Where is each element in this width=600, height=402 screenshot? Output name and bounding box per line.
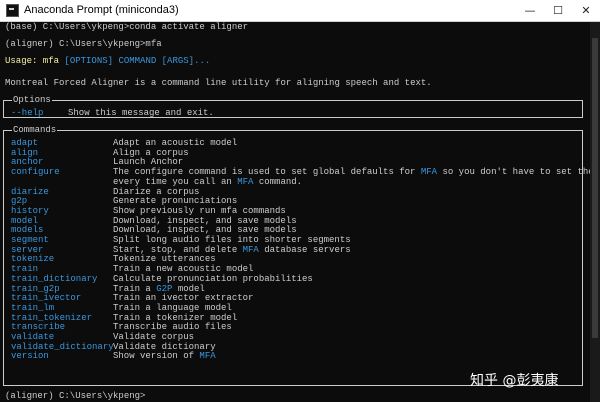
- command-description: Transcribe audio files: [113, 322, 232, 333]
- command-description: The configure command is used to set glo…: [113, 167, 599, 177]
- command-description: every time you call an MFA command.: [113, 177, 302, 187]
- command-description: Train a G2P model: [113, 284, 205, 294]
- command-description: Split long audio files into shorter segm…: [113, 235, 351, 245]
- command-name: model: [11, 215, 39, 226]
- command-description: Validate dictionary: [113, 341, 216, 352]
- usage-command: COMMAND: [118, 56, 157, 66]
- command-description: Train an ivector extractor: [113, 293, 254, 304]
- command-description-highlight: G2P: [156, 283, 173, 294]
- command-description: Show version of MFA: [113, 351, 216, 361]
- command-description: Show previously run mfa commands: [113, 205, 286, 216]
- usage-args: [ARGS]...: [161, 56, 211, 66]
- option-help-flag: --help: [11, 108, 44, 118]
- command-name: validate: [11, 332, 55, 342]
- command-name: train_tokenizer: [11, 312, 93, 323]
- command-description: Launch Anchor: [113, 157, 184, 168]
- terminal-output[interactable]: (base) C:\Users\ykpeng>conda activate al…: [0, 22, 599, 402]
- command-name: train: [11, 264, 39, 275]
- command-description: Train a language model: [113, 302, 232, 313]
- usage-prefix: Usage: mfa: [5, 56, 65, 66]
- minimize-button[interactable]: —: [516, 0, 544, 22]
- command-name: configure: [11, 167, 60, 178]
- command-description-part: model: [172, 283, 205, 294]
- terminal-line: (base) C:\Users\ykpeng>conda activate al…: [5, 22, 249, 32]
- usage-line: Usage: mfa [OPTIONS] COMMAND [ARGS]...: [5, 56, 210, 66]
- command-description-part: Show version of: [113, 351, 200, 362]
- command-description: Calculate pronunciation probabilities: [113, 273, 313, 284]
- usage-options: [OPTIONS]: [64, 56, 114, 66]
- command-name: history: [11, 205, 49, 216]
- command-name: g2p: [11, 196, 28, 207]
- command-name: segment: [11, 235, 49, 245]
- command-name: train_dictionary: [11, 273, 98, 284]
- command-description: Download, inspect, and save models: [113, 225, 297, 236]
- command-description-highlight: MFA: [242, 244, 259, 255]
- watermark-text: 知乎 @彭夷康: [470, 373, 559, 389]
- command-name: version: [11, 351, 49, 362]
- maximize-button[interactable]: ☐: [544, 0, 572, 22]
- command-description: Validate corpus: [113, 332, 195, 342]
- command-name: adapt: [11, 138, 39, 148]
- command-description: Align a corpus: [113, 147, 189, 158]
- command-name: server: [11, 244, 44, 255]
- window-titlebar: Anaconda Prompt (miniconda3) — ☐ ✕: [0, 0, 600, 22]
- options-title: Options: [12, 95, 52, 105]
- command-description: Download, inspect, and save models: [113, 215, 297, 226]
- command-description-highlight: MFA: [199, 351, 216, 362]
- command-description-part: Train a: [113, 283, 157, 294]
- command-name: diarize: [11, 186, 49, 197]
- intro-text: Montreal Forced Aligner is a command lin…: [5, 78, 432, 88]
- close-button[interactable]: ✕: [572, 0, 600, 22]
- commands-title: Commands: [12, 125, 58, 135]
- command-description-part: Start, stop, and delete: [113, 244, 243, 255]
- command-description: Diarize a corpus: [113, 186, 200, 197]
- command-description: Train a new acoustic model: [113, 264, 254, 275]
- command-description-part: every time you call an: [113, 176, 238, 187]
- command-name: train_ivector: [11, 293, 82, 304]
- command-description-highlight: MFA: [420, 167, 438, 178]
- command-name: models: [11, 225, 44, 236]
- command-description-part: database servers: [258, 244, 351, 255]
- command-description: Adapt an acoustic model: [113, 138, 238, 148]
- command-name: align: [11, 147, 39, 158]
- scrollbar-thumb[interactable]: [592, 38, 598, 338]
- option-help-desc: Show this message and exit.: [68, 108, 214, 118]
- window-title: Anaconda Prompt (miniconda3): [24, 4, 179, 16]
- command-description-part: so you don't have to set them: [437, 167, 600, 178]
- command-description: Train a tokenizer model: [113, 312, 238, 323]
- command-name: validate_dictionary: [11, 341, 114, 352]
- command-name: transcribe: [11, 322, 66, 333]
- command-name: tokenize: [11, 254, 55, 265]
- command-description: Generate pronunciations: [113, 196, 238, 207]
- vertical-scrollbar[interactable]: [590, 22, 600, 402]
- terminal-line: (aligner) C:\Users\ykpeng>mfa: [5, 39, 162, 49]
- terminal-app-icon: [6, 4, 19, 17]
- command-description: Tokenize utterances: [113, 254, 216, 265]
- command-name: train_g2p: [11, 283, 60, 294]
- command-description: Start, stop, and delete MFA database ser…: [113, 245, 351, 255]
- command-name: train_lm: [11, 302, 55, 313]
- command-description-highlight: MFA: [237, 176, 254, 187]
- terminal-prompt[interactable]: (aligner) C:\Users\ykpeng>: [5, 391, 145, 401]
- command-description-part: The configure command is used to set glo…: [113, 167, 421, 178]
- command-description-part: command.: [253, 176, 303, 187]
- command-name: anchor: [11, 157, 44, 168]
